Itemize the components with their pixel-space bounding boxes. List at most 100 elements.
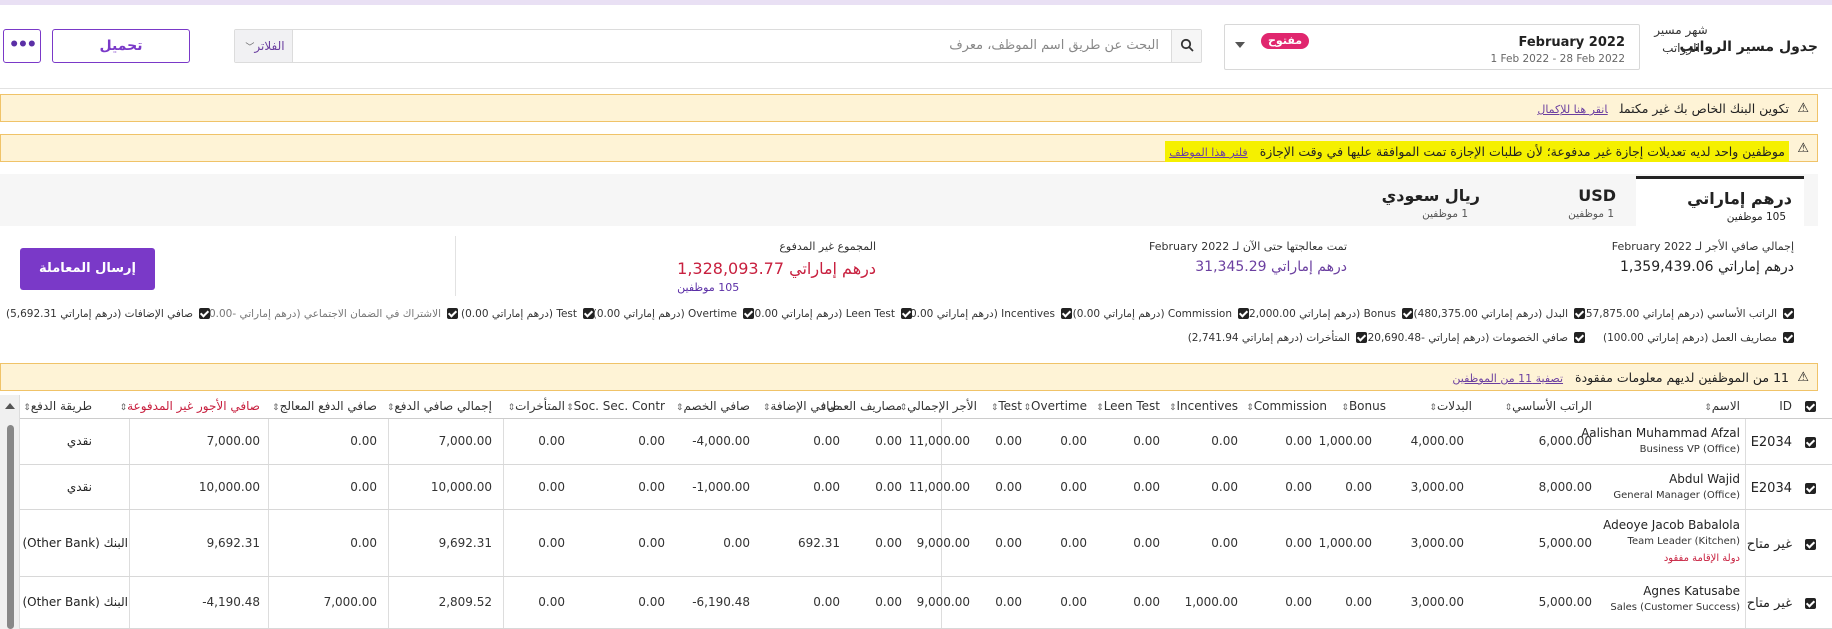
table-row[interactable]: غير متاح Agnes Katusabe Sales (Customer Su… xyxy=(0,577,1832,629)
col-unpaid[interactable]: صافي الأجور غير المدفوعة⇕ xyxy=(117,399,260,413)
cell-soc: 0.00 xyxy=(638,434,665,448)
row-checkbox[interactable] xyxy=(1805,483,1816,494)
filters-button[interactable]: الفلاتر﹀ xyxy=(235,30,293,62)
search-button[interactable] xyxy=(1171,30,1201,62)
checkbox[interactable] xyxy=(901,308,912,319)
cell-bonus: 0.00 xyxy=(1345,480,1372,494)
row-checkbox[interactable] xyxy=(1805,539,1816,550)
toggle-label: Overtime (درهم إماراتي 0.00) xyxy=(592,308,737,320)
complete-link[interactable]: انقر هنا للإكمال xyxy=(1537,103,1607,116)
month-selector[interactable]: February 2022 1 Feb 2022 - 28 Feb 2022 م… xyxy=(1224,24,1640,70)
cell-arrears: 0.00 xyxy=(538,480,565,494)
checkbox[interactable] xyxy=(583,308,594,319)
col-additions[interactable]: صافي الإضافة⇕ xyxy=(760,399,840,413)
col-incentives[interactable]: Incentives⇕ xyxy=(1166,399,1238,413)
table-row[interactable]: E2034 Aalishan Muhammad Afzal Business VP … xyxy=(0,419,1832,465)
employee-name-cell[interactable]: Abdul Wajid General Manager (Office) xyxy=(1613,472,1740,501)
filter-employee-link[interactable]: فلتر هذا الموظف xyxy=(1169,146,1248,159)
checkbox[interactable] xyxy=(743,308,754,319)
checkbox[interactable] xyxy=(1574,332,1585,343)
checkbox[interactable] xyxy=(1402,308,1413,319)
checkbox[interactable] xyxy=(1783,308,1794,319)
toggle-leen-test[interactable]: Leen Test (درهم إماراتي 0.00) xyxy=(750,308,912,320)
tab-name: USD xyxy=(1578,186,1616,205)
toggle-bonus[interactable]: Bonus (درهم إماراتي 2,000.00) xyxy=(1245,308,1413,320)
cell-incentives: 0.00 xyxy=(1211,536,1238,550)
tab-sar[interactable]: ريال سعودي 1 موظفين xyxy=(1340,176,1508,226)
cell-unpaid: 7,000.00 xyxy=(206,434,260,448)
select-all-checkbox[interactable] xyxy=(1805,401,1816,412)
cell-additions: 692.31 xyxy=(798,536,840,550)
employee-name-cell[interactable]: Aalishan Muhammad Afzal Business VP (Offi… xyxy=(1581,426,1740,455)
employee-name-cell[interactable]: Adeoye Jacob Babalola Team Leader (Kitche… xyxy=(1603,518,1740,564)
scroll-up-icon[interactable] xyxy=(5,403,15,409)
toggle-label: صافي الإضافات (درهم إماراتي 5,692.31) xyxy=(5,308,193,320)
cell-deductions: -1,000.00 xyxy=(692,480,750,494)
checkbox[interactable] xyxy=(1356,332,1367,343)
toggle-social-security[interactable]: الاشتراك في الضمان الاجتماعي (درهم إمارا… xyxy=(205,308,458,320)
toggle-arrears[interactable]: المتأخرات (درهم إماراتي 2,741.94) xyxy=(1188,332,1367,344)
col-soc-sec[interactable]: Soc. Sec. Contr⇕ xyxy=(563,399,665,413)
toggle-work-expenses[interactable]: مصاريف العمل (درهم إماراتي 100.00) xyxy=(1603,332,1794,344)
more-options-button[interactable]: ••• xyxy=(3,29,41,63)
col-arrears[interactable]: المتأخرات⇕ xyxy=(505,399,565,413)
col-leen-test[interactable]: Leen Test⇕ xyxy=(1093,399,1160,413)
table-header: ID الاسم⇕ الراتب الأساسي⇕ البدلات⇕ Bonus… xyxy=(0,395,1832,419)
month-label: شهر مسير الرواتب xyxy=(1654,23,1708,55)
col-overtime[interactable]: Overtime⇕ xyxy=(1020,399,1087,413)
checkbox[interactable] xyxy=(1061,308,1072,319)
chevron-down-icon[interactable] xyxy=(1235,42,1245,48)
toggle-net-additions[interactable]: صافي الإضافات (درهم إماراتي 5,692.31) xyxy=(6,308,210,320)
checkbox[interactable] xyxy=(1574,308,1585,319)
scroll-thumb[interactable] xyxy=(7,425,14,629)
upload-button[interactable]: تحميل xyxy=(52,29,190,63)
employee-name[interactable]: Aalishan Muhammad Afzal xyxy=(1581,426,1740,440)
col-bonus[interactable]: Bonus⇕ xyxy=(1338,399,1386,413)
col-gross[interactable]: الأجر الإجمالي⇕ xyxy=(897,399,977,413)
checkbox[interactable] xyxy=(199,308,210,319)
filter-employees-link[interactable]: تصفية 11 من الموظفين xyxy=(1452,372,1563,385)
unpaid-leave-banner: ⚠ موظفين واحد لديه تعديلات إجازة غير مدف… xyxy=(0,134,1818,162)
vertical-scrollbar[interactable] xyxy=(0,395,20,629)
row-checkbox[interactable] xyxy=(1805,437,1816,448)
col-processed[interactable]: صافي الدفع المعالج⇕ xyxy=(269,399,377,413)
toggle-incentives[interactable]: Incentives (درهم إماراتي 0.00) xyxy=(906,308,1072,320)
cell-expenses: 0.00 xyxy=(875,434,902,448)
toggle-net-deductions[interactable]: صافي الخصومات (درهم إماراتي -20,690.48) xyxy=(1364,332,1585,344)
toggle-commission[interactable]: Commission (درهم إماراتي 0.00) xyxy=(1073,308,1249,320)
employee-name[interactable]: Abdul Wajid xyxy=(1613,472,1740,486)
employee-name-cell[interactable]: Agnes Katusabe Sales (Customer Success) xyxy=(1610,584,1740,613)
table-row[interactable]: E2034 Abdul Wajid General Manager (Office)… xyxy=(0,465,1832,510)
cell-processed: 0.00 xyxy=(350,536,377,550)
send-transaction-button[interactable]: إرسال المعاملة xyxy=(20,248,155,290)
cell-test: 0.00 xyxy=(995,480,1022,494)
employee-id: غير متاح xyxy=(1746,596,1792,611)
table-row[interactable]: غير متاح Adeoye Jacob Babalola Team Leader… xyxy=(0,510,1832,577)
checkbox[interactable] xyxy=(447,308,458,319)
col-allowances[interactable]: البدلات⇕ xyxy=(1426,399,1472,413)
col-basic[interactable]: الراتب الأساسي⇕ xyxy=(1502,399,1592,413)
row-checkbox[interactable] xyxy=(1805,598,1816,609)
search-input[interactable]: البحث عن طريق اسم الموظف، معرف xyxy=(949,38,1159,53)
checkbox[interactable] xyxy=(1783,332,1794,343)
col-commission[interactable]: Commission⇕ xyxy=(1243,399,1327,413)
col-name[interactable]: الاسم⇕ xyxy=(1701,399,1740,413)
checkbox[interactable] xyxy=(1238,308,1249,319)
col-payment-method[interactable]: طريقة الدفع⇕ xyxy=(20,399,92,413)
toggle-basic[interactable]: الراتب الأساسي (درهم إماراتي 857,875.00) xyxy=(1575,308,1794,320)
cell-leen: 0.00 xyxy=(1133,434,1160,448)
col-test[interactable]: Test⇕ xyxy=(988,399,1022,413)
col-net-pay[interactable]: إجمالي صافي الدفع⇕ xyxy=(384,399,492,413)
toggle-label: Test (درهم إماراتي 0.00) xyxy=(461,308,577,320)
cell-processed: 0.00 xyxy=(350,434,377,448)
tab-usd[interactable]: USD 1 موظفين xyxy=(1514,176,1632,226)
employee-name[interactable]: Adeoye Jacob Babalola xyxy=(1603,518,1740,532)
col-deductions[interactable]: صافي الخصم⇕ xyxy=(673,399,750,413)
toggle-allowance[interactable]: البدل (درهم إماراتي 480,375.00) xyxy=(1414,308,1585,320)
toggle-overtime[interactable]: Overtime (درهم إماراتي 0.00) xyxy=(593,308,754,320)
cell-gross: 11,000.00 xyxy=(908,434,970,448)
tab-aed[interactable]: درهم إماراتي 105 موظفين xyxy=(1636,176,1804,226)
col-id[interactable]: ID xyxy=(1779,399,1792,413)
toggle-test[interactable]: Test (درهم إماراتي 0.00) xyxy=(461,308,594,320)
employee-name[interactable]: Agnes Katusabe xyxy=(1610,584,1740,598)
